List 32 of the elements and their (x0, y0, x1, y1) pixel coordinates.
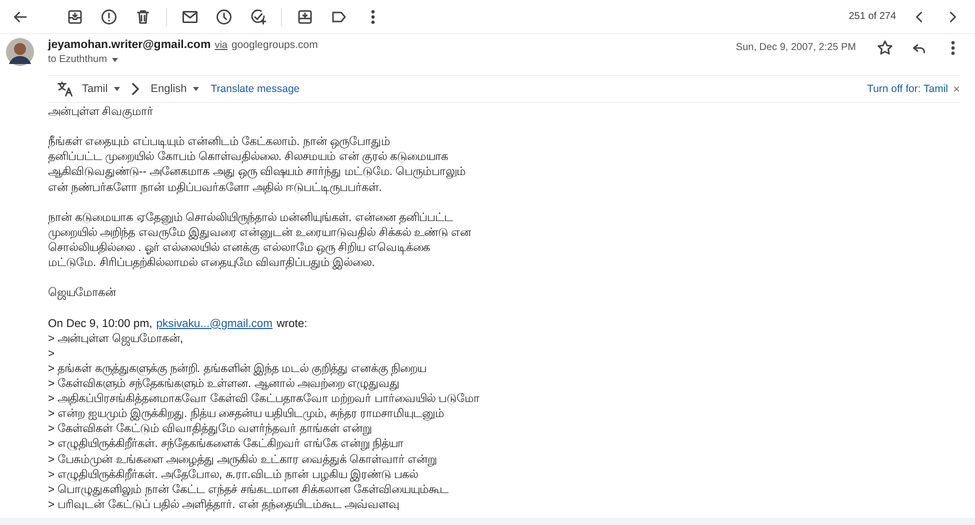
message-counter: 251 of 274 (848, 11, 896, 22)
language-dropdown[interactable]: Tamil (82, 83, 120, 95)
quote-header-text: On Dec 9, 10:00 pm, (48, 318, 152, 330)
move-icon[interactable] (296, 8, 314, 26)
delete-icon[interactable] (134, 8, 152, 26)
language-dropdown[interactable]: English (150, 83, 199, 95)
sender-email[interactable]: jeyamohan.writer@gmail.com (48, 39, 211, 51)
message-paragraph: நீங்கள் எதையும் எப்படியும் என்னிடம் கேட்கலாம். நான் ஒருபோதும் தனிப்பட்ட முறையில் கோபம் கொள்வதில்லை. சிலசமயம் என் குரல் கடுமையாக ஆகிவிடுவதுண்டு-- அனேகமாக அது ஒரு விஷயம் சார்ந்து மட்டுமே. பெரும்பாலும் என் நண்பர்களோ நான் மதிப்பவர்களோ அதில் ஈடுபட்டிருபபர்கள். (48, 135, 467, 196)
message-date: Sun, Dec 9, 2007, 2:25 PM (736, 42, 856, 53)
translate-link[interactable]: Translate message (210, 83, 300, 95)
star-icon[interactable] (876, 39, 894, 57)
clock-icon[interactable] (215, 8, 233, 26)
caret-icon (112, 58, 118, 62)
add-task-icon[interactable] (249, 8, 267, 26)
translate-icon (56, 80, 74, 98)
arrow-right-icon (132, 83, 139, 95)
caret-icon (192, 87, 199, 91)
recipient-label: to Ezuththum (48, 54, 107, 65)
turn-off-link[interactable]: Turn off for: Tamil (867, 83, 948, 95)
email-link[interactable]: pksivaku...@gmail.com (156, 318, 273, 330)
quoted-text: > அன்புள்ள ஜெயமோகன், > > தங்கள் கருத்துகளுக்கு நன்றி. தங்களின் இந்த மடல் குறித்து எனக்கு நிறைய > கேள்விகளும் சந்தேகங்களும் உள்ளன. ஆனால் அவற்றை எழுதுவது > அதிகப்பிரசங்கித்தனமாகவோ கேள்வி கேட்பதாகவோ மற்றவர் பார்வையில் படுமோ > என்ற ஐயமும் இருக்கிறது. நித்ய சைதன்ய யதியிடமும், சுந்தர ராமசாமியுடனும் > கேள்விகள் கேட்டும் விவாதித்துமே வளர்ந்தவர் தாங்கள் என்று > எழுதியிருக்கிறீர்கள். சந்தேகங்களைக் கேட்கிறவர் எங்கே என்று நித்யா > பேசும்முன் உங்களை அழைத்து அருகில் உட்கார வைத்துக் கொள்வார் என்று > எழுதியிருக்கிறீர்கள். அதேபோல, சு.ரா.விடம் நான் பழகிய இரண்டு பகல் > பொழுதுகளிலும் நான் கேட்ட எந்தச் சங்கடமான சிக்கலான கேள்வியையும்கூட > பரிவுடன் கேட்டுப் பதில் அளித்தார். என் தந்தையிடம்கூட அவ்வளவு (48, 332, 480, 513)
sender-domain: googlegroups.com (231, 39, 318, 51)
avatar (6, 38, 34, 66)
caret-icon (114, 87, 120, 91)
message-paragraph: ஜெயமோகன் (48, 286, 117, 302)
report-icon[interactable] (100, 8, 118, 26)
archive-icon[interactable] (66, 8, 84, 26)
close-button[interactable]: × (952, 82, 960, 96)
quote-header-text: wrote: (276, 318, 308, 330)
message-paragraph: நான் கடுமையாக ஏதேனும் சொல்லியிருந்தால் மன்னியுங்கள். என்னை தனிப்பட்ட முறையில் அறிந்த எவருமே இதுவரை என்னுடன் உரையாடுவதில் சிக்கல் உண்டு என சொல்லியதில்லை . ஓர் எல்லையில் எனக்கு எல்லாமே ஒரு சிறிய எவெடிக்கை மட்டுமே. சிரிப்பதற்கில்லாமல் எதையுமே விவாதிப்பதும் இல்லை. (48, 210, 472, 272)
message-paragraph: அன்புள்ள சிவகுமார் (48, 105, 154, 120)
via-link[interactable]: via (214, 40, 228, 51)
